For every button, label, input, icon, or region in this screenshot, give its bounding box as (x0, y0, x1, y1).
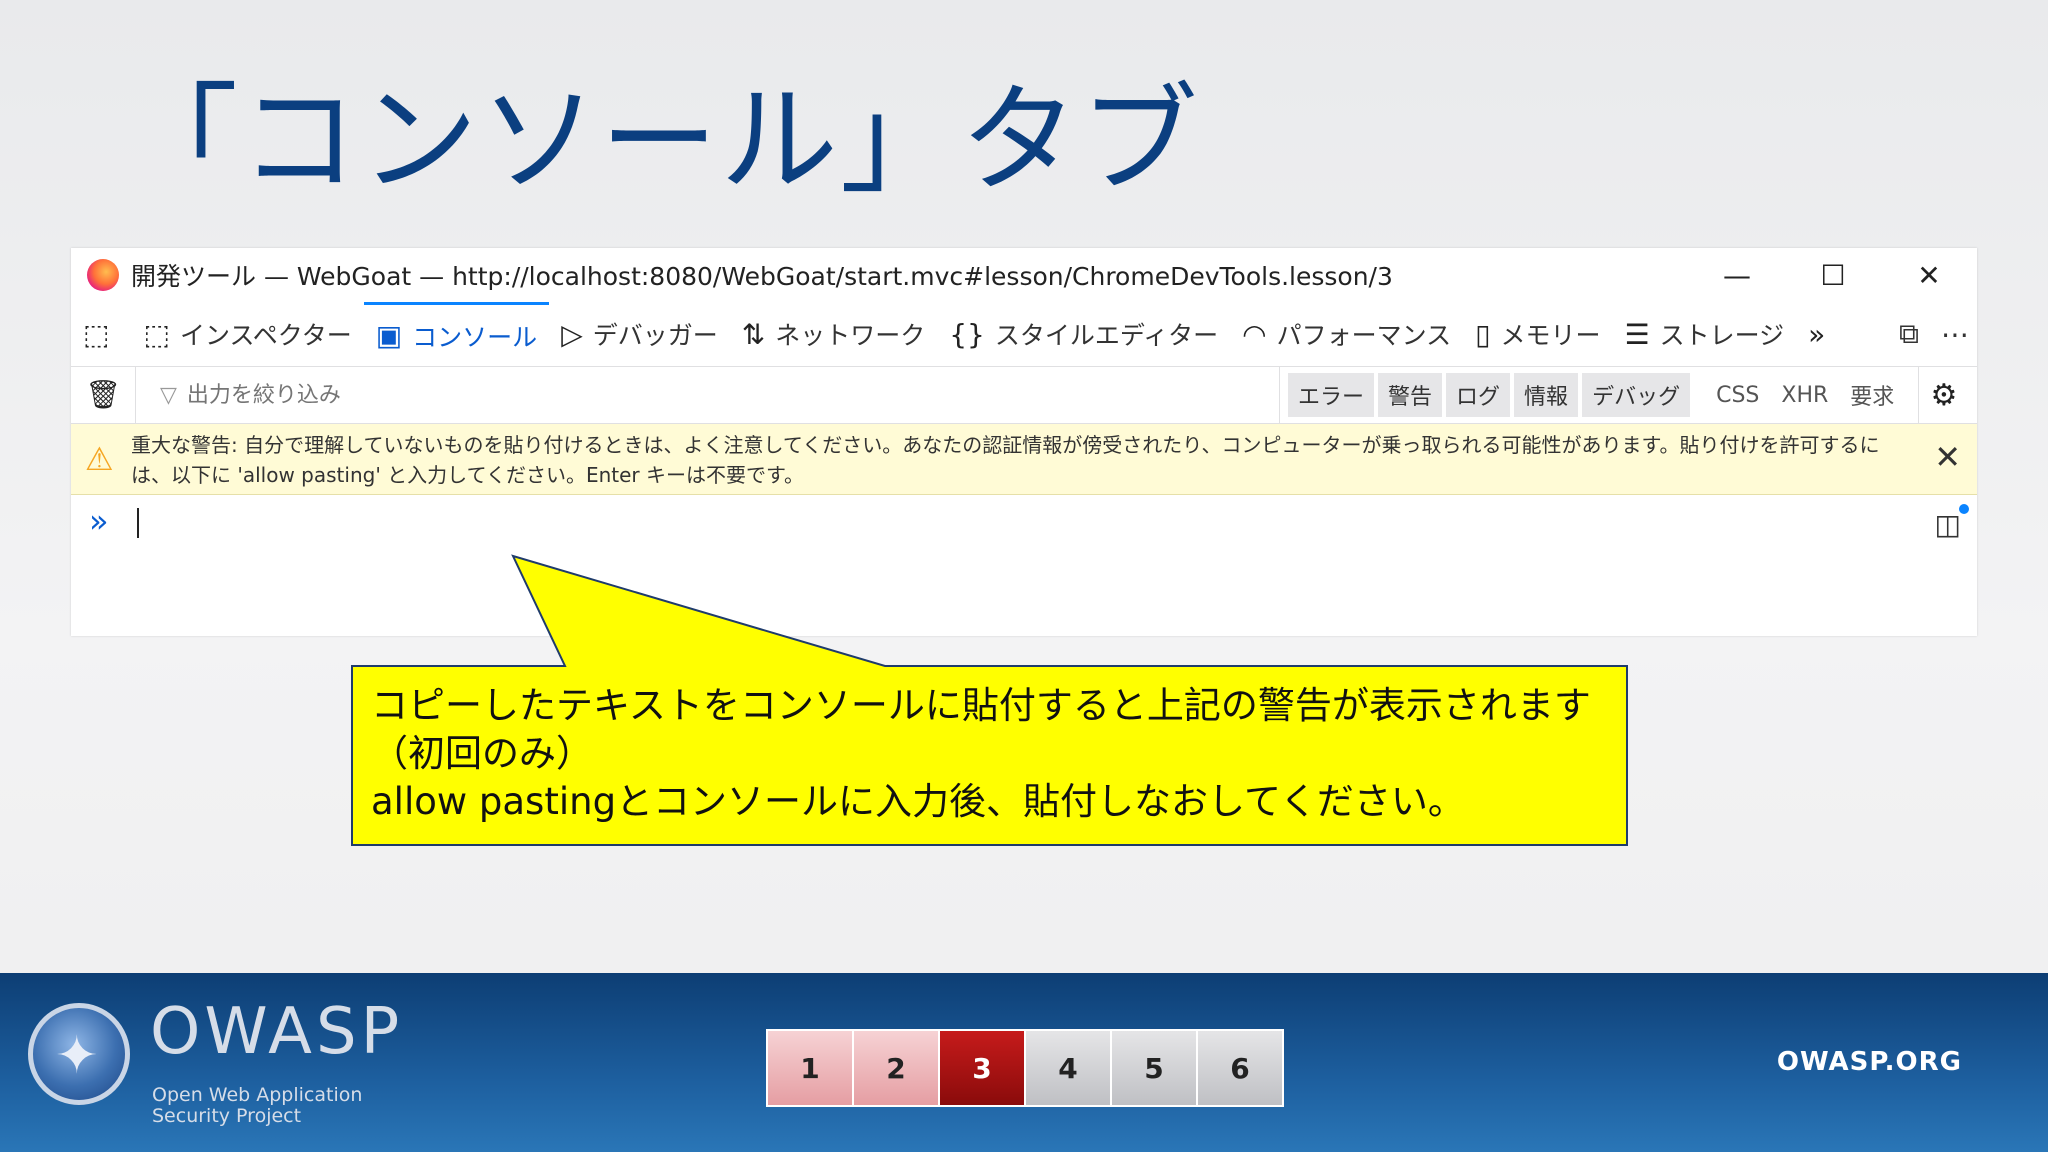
slide-footer: ✦ OWASP Open Web Application Security Pr… (0, 973, 2048, 1152)
callout-text: コピーしたテキストをコンソールに貼付すると上記の警告が表示されます （初回のみ）… (371, 682, 1611, 826)
callout-line: allow pastingとコンソールに入力後、貼付しなおしてください。 (371, 780, 1465, 823)
wasp-icon: ✦ (55, 1026, 99, 1086)
callout-line: （初回のみ） (371, 732, 593, 775)
page-button[interactable]: 1 (768, 1031, 854, 1105)
owasp-tagline: Open Web Application Security Project (152, 1084, 363, 1127)
page-button[interactable]: 5 (1112, 1031, 1198, 1105)
page-button[interactable]: 4 (1026, 1031, 1112, 1105)
slide-pager: 1 2 3 4 5 6 (766, 1029, 1284, 1107)
owasp-wordmark: OWASP (150, 995, 404, 1069)
owasp-logo-icon: ✦ (28, 1003, 130, 1105)
page-button-current[interactable]: 3 (940, 1031, 1026, 1105)
page-button[interactable]: 2 (854, 1031, 940, 1105)
owasp-site-link[interactable]: OWASP.ORG (1777, 1047, 1962, 1077)
page-button[interactable]: 6 (1198, 1031, 1282, 1105)
callout-line: コピーしたテキストをコンソールに貼付すると上記の警告が表示されます (371, 684, 1591, 727)
